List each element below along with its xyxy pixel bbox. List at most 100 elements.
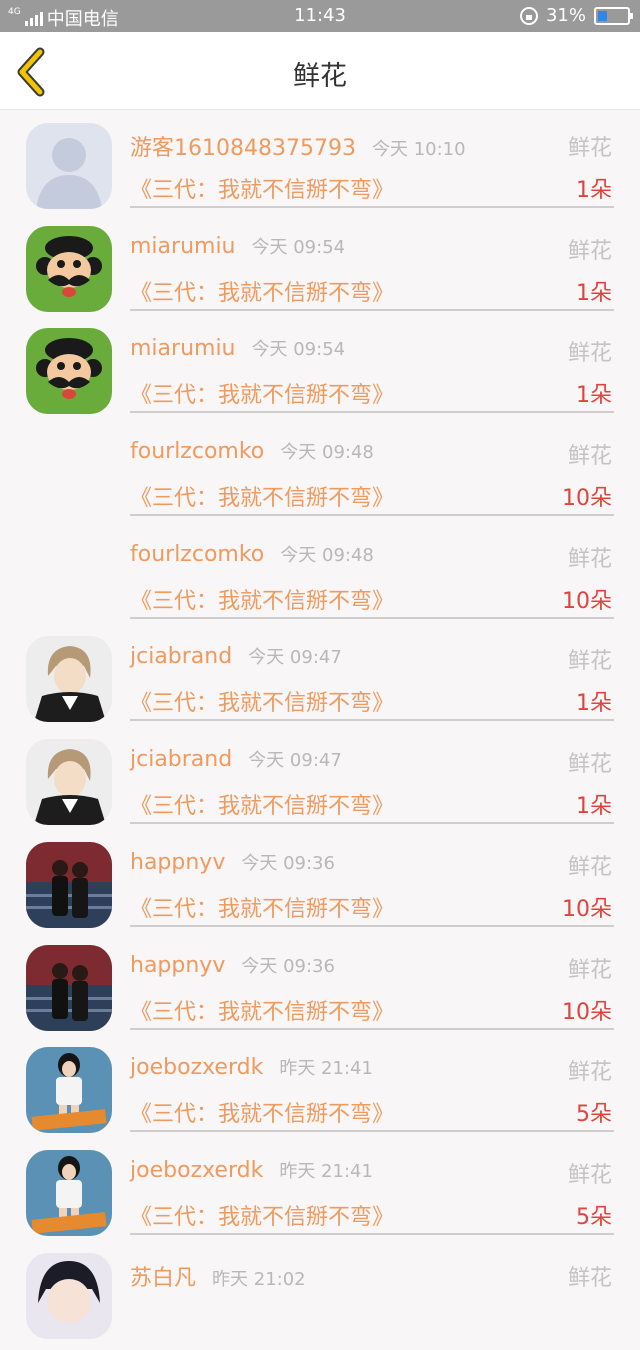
divider (130, 924, 614, 927)
user-name: 游客1610848375793 今天 10:10 (130, 130, 466, 162)
avatar[interactable] (26, 1047, 112, 1134)
gift-type-label: 鲜花 (567, 1060, 612, 1086)
rotation-lock-icon (519, 6, 538, 25)
user-name: jciabrand 今天 09:47 (130, 643, 342, 669)
list-item[interactable]: jciabrand 今天 09:47 鲜花《三代：我就不信掰不弯》 1朵 (0, 631, 640, 734)
list-item[interactable]: fourlzcomko 今天 09:48 鲜花 《三代：我就不信掰不弯》 10朵 (0, 426, 640, 529)
book-title: 《三代：我就不信掰不弯》 (130, 896, 395, 922)
list-item[interactable]: happnyv 今天 09:36 鲜花《三代：我就不信掰不弯》 10朵 (0, 837, 640, 940)
time-stamp: 今天 09:36 (241, 852, 335, 874)
time-stamp: 今天 09:54 (251, 236, 346, 258)
list-item[interactable]: happnyv 今天 09:36 鲜花《三代：我就不信掰不弯》 10朵 (0, 940, 640, 1043)
book-title: 《三代：我就不信掰不弯》 (130, 178, 395, 203)
avatar[interactable] (26, 1149, 112, 1236)
flower-count: 10朵 (562, 999, 612, 1025)
avatar[interactable] (26, 123, 112, 209)
gift-type-label: 鲜花 (567, 854, 612, 880)
list-item[interactable]: fourlzcomko 今天 09:48 鲜花《三代：我就不信掰不弯》 10朵 (0, 529, 640, 632)
list-item[interactable]: miarumiu 今天 09:54 鲜花《三代：我就不信掰不弯》 1朵 (0, 323, 640, 426)
user-name-text: 游客1610848375793 (130, 136, 356, 161)
user-name: joebozxerdk 昨天 21:41 (130, 1157, 373, 1183)
time-stamp: 昨天 21:41 (279, 1160, 373, 1182)
user-name-text: miarumiu (130, 336, 236, 362)
time-stamp: 今天 09:47 (248, 750, 342, 772)
avatar[interactable] (26, 1252, 112, 1339)
user-name-text: fourlzcomko (130, 439, 265, 465)
user-name: happnyv 今天 09:36 (130, 849, 335, 875)
user-name: jciabrand 今天 09:47 (130, 746, 342, 772)
user-name-text: joebozxerdk (130, 1157, 264, 1183)
avatar[interactable] (26, 739, 112, 826)
avatar[interactable] (26, 328, 112, 415)
book-title: 《三代：我就不信掰不弯》 (130, 383, 395, 409)
time-stamp: 昨天 21:41 (279, 1058, 373, 1080)
divider (130, 308, 614, 311)
list-item[interactable]: 苏白凡 昨天 21:02 鲜花 (0, 1248, 640, 1350)
time-stamp: 今天 10:10 (371, 139, 466, 160)
book-title: 《三代：我就不信掰不弯》 (130, 794, 395, 820)
list-item[interactable]: joebozxerdk 昨天 21:41 鲜花 《三代：我就不信掰不弯》 5朵 (0, 1145, 640, 1248)
time-stamp: 今天 09:47 (248, 647, 342, 669)
flower-count: 5朵 (576, 1102, 612, 1128)
time-stamp: 今天 09:36 (241, 955, 335, 977)
user-name-text: happnyv (130, 952, 226, 978)
book-title: 《三代：我就不信掰不弯》 (130, 691, 395, 717)
gift-type-label: 鲜花 (567, 341, 612, 367)
list-item[interactable]: miarumiu 今天 09:54 鲜花 《三代：我就不信掰不弯》 1朵 (0, 221, 640, 324)
user-name: happnyv 今天 09:36 (130, 952, 335, 978)
user-name: miarumiu 今天 09:54 (130, 335, 345, 361)
list-item[interactable]: 游客1610848375793 今天 10:10 鲜花 《三代：我就不信掰不弯》 1朵 (0, 118, 640, 221)
divider (130, 1130, 614, 1133)
user-name-text: happnyv (130, 849, 226, 875)
avatar[interactable] (26, 636, 112, 723)
user-name: miarumiu 今天 09:54 (130, 233, 345, 259)
user-name: joebozxerdk 昨天 21:41 (130, 1054, 373, 1080)
book-title: 《三代：我就不信掰不弯》 (130, 588, 395, 614)
avatar[interactable] (26, 944, 112, 1031)
book-title: 《三代：我就不信掰不弯》 (130, 999, 395, 1025)
page-title: 鲜花 (293, 61, 347, 92)
gift-type-label: 鲜花 (567, 752, 612, 778)
time-stamp: 昨天 21:02 (212, 1268, 306, 1290)
divider (130, 1232, 614, 1235)
avatar[interactable] (26, 225, 112, 312)
divider (130, 206, 614, 208)
user-name-text: miarumiu (130, 233, 236, 259)
flower-count: 1朵 (576, 178, 612, 203)
battery-percent: 31% (545, 5, 586, 26)
list-item[interactable]: jciabrand 今天 09:47 鲜花《三代：我就不信掰不弯》 1朵 (0, 734, 640, 837)
divider (130, 719, 614, 722)
book-title: 《三代：我就不信掰不弯》 (130, 486, 395, 512)
battery-fill (598, 10, 607, 21)
book-title: 《三代：我就不信掰不弯》 (130, 280, 395, 306)
avatar[interactable] (26, 841, 112, 928)
user-name-text: fourlzcomko (130, 541, 265, 567)
book-title: 《三代：我就不信掰不弯》 (130, 1102, 395, 1128)
time-stamp: 今天 09:54 (251, 339, 346, 361)
user-name-text: joebozxerdk (130, 1055, 264, 1081)
divider (130, 514, 614, 517)
flower-count: 1朵 (576, 794, 612, 820)
list-item[interactable]: joebozxerdk 昨天 21:41 鲜花《三代：我就不信掰不弯》 5朵 (0, 1042, 640, 1145)
gift-type-label: 鲜花 (567, 444, 612, 470)
nav-bar: 鲜花 (0, 32, 640, 110)
status-right: 31% (519, 5, 633, 26)
status-bar: 4G 中国电信 11:43 31% (0, 0, 640, 32)
time-stamp: 今天 09:48 (280, 544, 374, 566)
gift-type-label: 鲜花 (567, 957, 612, 983)
book-title: 《三代：我就不信掰不弯》 (130, 1204, 395, 1230)
flower-count: 10朵 (562, 588, 612, 614)
flower-count: 1朵 (576, 383, 612, 409)
user-name: fourlzcomko 今天 09:48 (130, 541, 374, 567)
divider (130, 616, 614, 619)
user-name: fourlzcomko 今天 09:48 (130, 438, 374, 464)
flower-count: 1朵 (576, 280, 612, 306)
flower-count: 10朵 (562, 896, 612, 922)
gift-type-label: 鲜花 (567, 546, 612, 572)
time-stamp: 今天 09:48 (280, 442, 374, 464)
flower-count: 1朵 (576, 691, 612, 717)
user-name-text: 苏白凡 (130, 1265, 197, 1291)
flower-list[interactable]: 游客1610848375793 今天 10:10 鲜花 《三代：我就不信掰不弯》 1朵 m… (0, 118, 640, 1350)
divider (130, 822, 614, 825)
gift-type-label: 鲜花 (567, 649, 612, 675)
